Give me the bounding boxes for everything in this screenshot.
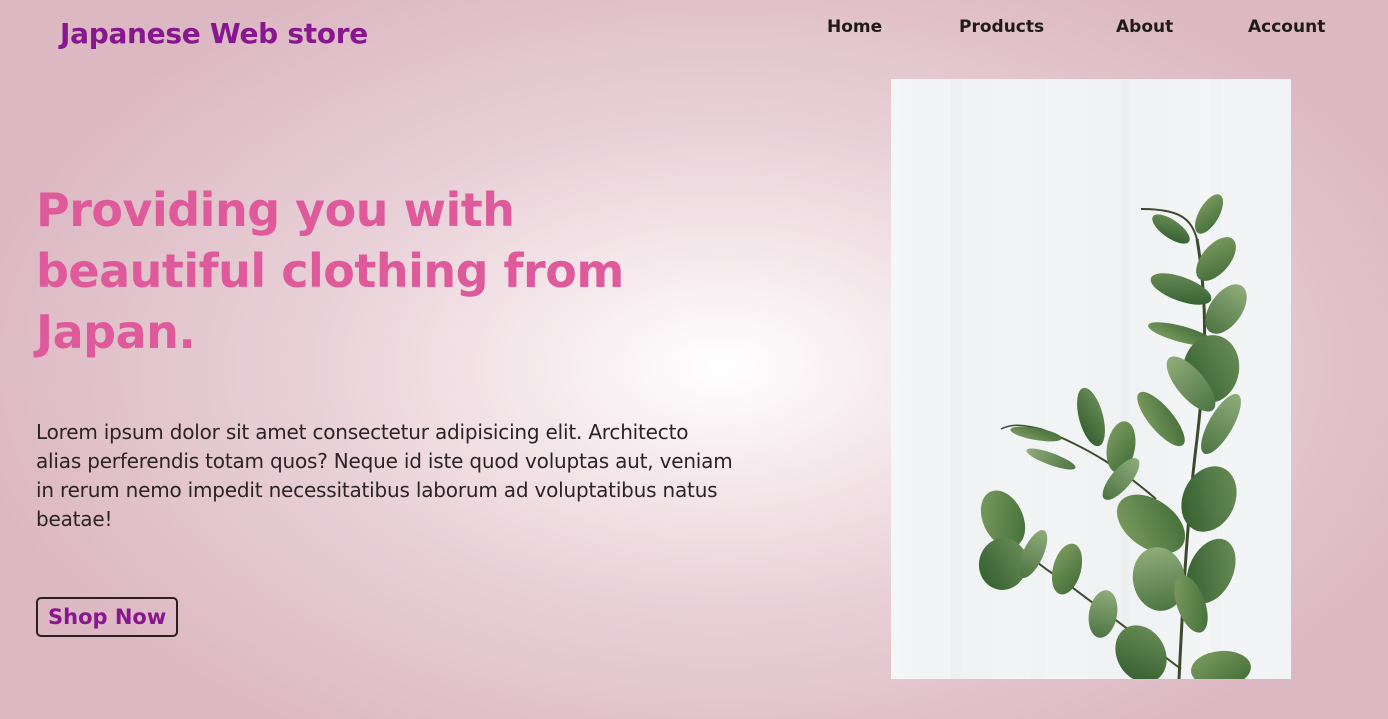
nav-about-link[interactable]: About [1116,17,1173,37]
nav-account-link[interactable]: Account [1248,17,1325,37]
hero-headline: Providing you with beautiful clothing fr… [36,183,624,359]
shop-now-button[interactable]: Shop Now [36,597,179,637]
hero-description: Lorem ipsum dolor sit amet consectetur a… [36,420,733,531]
hero-plant-image [891,79,1291,679]
nav-home-link[interactable]: Home [827,17,882,37]
nav-products-link[interactable]: Products [959,17,1044,37]
eucalyptus-plant-illustration [951,79,1251,679]
main-nav: Home Products About Account [0,17,1388,41]
